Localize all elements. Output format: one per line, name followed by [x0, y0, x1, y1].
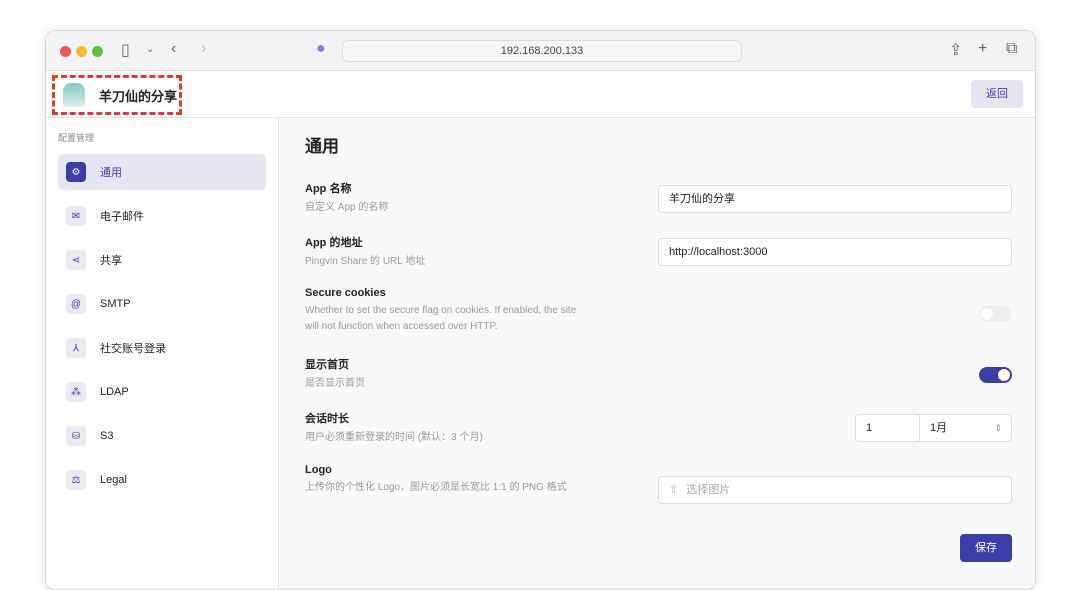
- setting-desc: 上传你的个性化 Logo，图片必须是长宽比 1:1 的 PNG 格式: [305, 482, 567, 493]
- sidebar-item-email[interactable]: ✉ 电子邮件: [58, 198, 266, 234]
- browser-toolbar: ▯ ⌄ ‹ › ● 192.168.200.133 ⇪ + ⧉: [46, 31, 1035, 71]
- close-button[interactable]: [60, 46, 71, 57]
- share-icon: ⋖: [66, 250, 86, 270]
- setting-desc: Pingvin Share 的 URL 地址: [305, 256, 426, 267]
- sidebar-item-label: 共享: [100, 255, 122, 267]
- brand[interactable]: 羊刀仙的分享: [52, 75, 182, 115]
- setting-desc: Whether to set the secure flag on cookie…: [305, 305, 577, 332]
- back-nav-icon[interactable]: ‹: [171, 40, 176, 58]
- back-button[interactable]: 返回: [971, 80, 1023, 108]
- sidebar-item-legal[interactable]: ⚖ Legal: [58, 462, 266, 498]
- select-value: 1月: [930, 422, 948, 434]
- chevron-updown-icon: ⇕: [994, 423, 1002, 433]
- settings-panel: 通用 App 名称 自定义 App 的名称 羊刀仙的分享 App 的地址 Pingv…: [280, 118, 1035, 589]
- url-text: 192.168.200.133: [500, 45, 584, 57]
- at-icon: @: [66, 294, 86, 314]
- sidebar-item-general[interactable]: ⚙ 通用: [58, 154, 266, 190]
- tabs-overview-icon[interactable]: ⧉: [1006, 40, 1017, 58]
- sidebar-item-label: 社交账号登录: [100, 343, 166, 355]
- bucket-icon: ⛁: [66, 426, 86, 446]
- ldap-icon: ⁂: [66, 382, 86, 402]
- mail-icon: ✉: [66, 206, 86, 226]
- sidebar-item-ldap[interactable]: ⁂ LDAP: [58, 374, 266, 410]
- sidebar: 配置管理 ⚙ 通用 ✉ 电子邮件 ⋖ 共享 @ SMTP ⅄ 社交账号登录 ⁂ LDAP ⛁…: [46, 118, 279, 589]
- extension-icon[interactable]: ●: [316, 40, 326, 58]
- setting-desc: 用户必须重新登录的时间 (默认：3 个月): [305, 432, 483, 443]
- sidebar-item-label: 电子邮件: [100, 211, 144, 223]
- sidebar-toggle-icon[interactable]: ▯: [121, 40, 130, 60]
- sidebar-item-label: Legal: [100, 474, 127, 486]
- avatar: [63, 83, 85, 107]
- sidebar-item-label: LDAP: [100, 386, 129, 398]
- secure-cookies-toggle[interactable]: [979, 306, 1012, 322]
- upload-placeholder: 选择图片: [686, 484, 731, 496]
- upload-icon: ⇧: [669, 484, 679, 496]
- save-button[interactable]: 保存: [960, 534, 1012, 562]
- gear-icon: ⚙: [66, 162, 86, 182]
- scale-icon: ⚖: [66, 470, 86, 490]
- toggle-knob: [981, 308, 993, 320]
- sidebar-item-label: SMTP: [100, 298, 131, 310]
- session-unit-select[interactable]: 1月 ⇕: [919, 414, 1012, 442]
- sidebar-item-label: S3: [100, 430, 114, 442]
- maximize-button[interactable]: [92, 46, 103, 57]
- setting-desc: 是否显示首页: [305, 378, 365, 389]
- app-header: 羊刀仙的分享 返回: [46, 71, 1035, 118]
- address-bar[interactable]: 192.168.200.133: [342, 40, 742, 62]
- sidebar-item-s3[interactable]: ⛁ S3: [58, 418, 266, 454]
- setting-desc: 自定义 App 的名称: [305, 202, 389, 213]
- forward-nav-icon[interactable]: ›: [201, 40, 206, 58]
- setting-label: Logo: [305, 464, 332, 476]
- app-name-input[interactable]: 羊刀仙的分享: [658, 185, 1012, 213]
- app-url-input[interactable]: http://localhost:3000: [658, 238, 1012, 266]
- social-icon: ⅄: [66, 338, 86, 358]
- sidebar-item-smtp[interactable]: @ SMTP: [58, 286, 266, 322]
- new-tab-icon[interactable]: +: [978, 40, 987, 58]
- page-title: 通用: [305, 137, 339, 156]
- share-icon[interactable]: ⇪: [949, 40, 962, 60]
- show-home-setting: 显示首页是否显示首页: [305, 356, 1005, 392]
- secure-cookies-setting: Secure cookies Whether to set the secure …: [305, 287, 1005, 335]
- setting-label: 显示首页: [305, 359, 349, 371]
- toggle-knob: [998, 369, 1010, 381]
- session-value-input[interactable]: 1: [855, 414, 920, 442]
- sidebar-item-share[interactable]: ⋖ 共享: [58, 242, 266, 278]
- logo-upload-input[interactable]: ⇧ 选择图片: [658, 476, 1012, 504]
- setting-label: Secure cookies: [305, 287, 386, 299]
- sidebar-heading: 配置管理: [58, 133, 95, 143]
- sidebar-item-label: 通用: [100, 167, 122, 179]
- minimize-button[interactable]: [76, 46, 87, 57]
- browser-window: ▯ ⌄ ‹ › ● 192.168.200.133 ⇪ + ⧉ 羊刀仙的分享 返…: [45, 30, 1036, 590]
- chevron-down-icon[interactable]: ⌄: [146, 44, 154, 55]
- sidebar-item-social-login[interactable]: ⅄ 社交账号登录: [58, 330, 266, 366]
- show-home-toggle[interactable]: [979, 367, 1012, 383]
- site-name: 羊刀仙的分享: [99, 88, 178, 104]
